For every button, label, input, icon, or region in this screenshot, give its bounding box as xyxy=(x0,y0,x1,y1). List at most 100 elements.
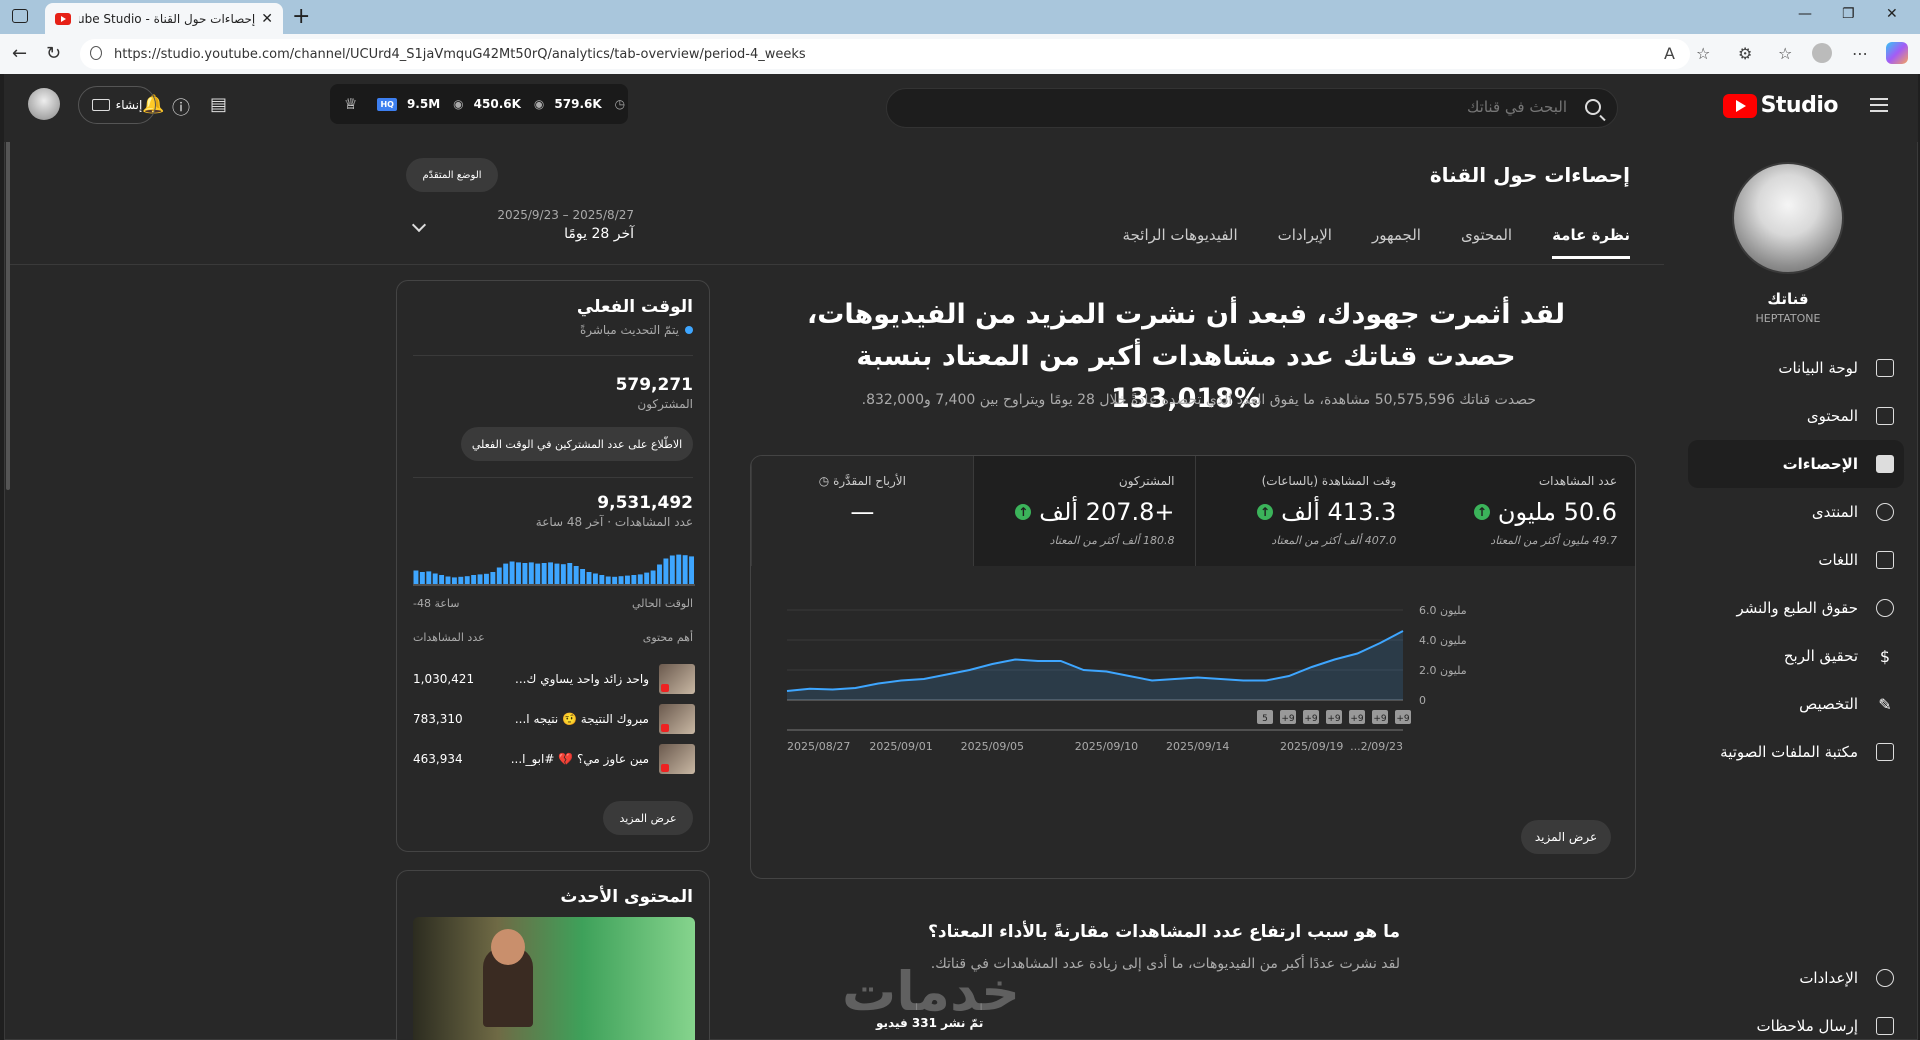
realtime-live-text: يتمّ التحديث مباشرةً xyxy=(579,323,679,337)
date-range-selector[interactable]: 2025/9/23 – 2025/8/27 آخر 28 يومًا xyxy=(470,208,634,242)
scrollbar[interactable] xyxy=(6,140,10,490)
realtime-card: الوقت الفعلي يتمّ التحديث مباشرةً 579,27… xyxy=(396,280,710,852)
tab-audience[interactable]: الجمهور xyxy=(1372,226,1421,259)
tab-trending[interactable]: الفيديوهات الرائجة xyxy=(1123,226,1238,259)
why-title: ما هو سبب ارتفاع عدد المشاهدات مقارنةً ب… xyxy=(928,922,1400,942)
analytics-icon xyxy=(1876,455,1894,473)
realtime-more-button[interactable]: عرض المزيد xyxy=(603,801,693,835)
sidebar-toggle-icon[interactable] xyxy=(12,9,28,23)
browser-tab[interactable]: إحصاءات حول القناة - YouTube Studio ✕ xyxy=(45,3,283,34)
y-tick-label: 4.0 مليون xyxy=(1419,634,1467,647)
realtime-bar xyxy=(650,570,656,584)
realtime-bar xyxy=(689,556,694,584)
y-tick-label: 0 xyxy=(1419,694,1426,707)
channel-stats-pill[interactable]: ♕ HQ 9.5M ◉ 450.6K ◉ 579.6K ◷ xyxy=(330,84,628,124)
sidebar-item-dashboard[interactable]: لوحة البيانات xyxy=(1688,344,1904,392)
realtime-subs-value: 579,271 xyxy=(615,375,693,395)
feedback-icon[interactable]: ▤ xyxy=(210,94,227,115)
studio-topbar: Studio ♕ HQ 9.5M◉ 450.6K◉ 579.6K◷ ▤ ⓘ 🔔 … xyxy=(4,74,1918,142)
list-item[interactable]: 1,030,421 واحد زائد واحد يساوي ك... xyxy=(413,663,695,695)
metric-views[interactable]: عدد المشاهدات 50.6 مليون ↑ 49.7 مليون أكث… xyxy=(1416,456,1635,566)
tab-content[interactable]: المحتوى xyxy=(1461,226,1512,259)
sidebar-item-copyright[interactable]: حقوق الطبع والنشر xyxy=(1688,584,1904,632)
sidebar-item-label: إرسال ملاحظات xyxy=(1756,1017,1858,1035)
metric-value: +207.8 ألف xyxy=(1039,498,1175,526)
copilot-icon[interactable] xyxy=(1886,42,1908,64)
see-more-button[interactable]: عرض المزيد xyxy=(1521,820,1611,854)
gear-icon xyxy=(1876,969,1894,987)
restore-icon[interactable]: ❐ xyxy=(1842,6,1855,22)
sidebar-item-settings[interactable]: الإعدادات xyxy=(1688,954,1904,1002)
date-range-label: آخر 28 يومًا xyxy=(564,226,634,242)
sidebar-item-label: تحقيق الربح xyxy=(1783,647,1858,665)
favorite-icon[interactable]: ☆ xyxy=(1696,44,1710,63)
sidebar-item-community[interactable]: المنتدى xyxy=(1688,488,1904,536)
sidebar-item-label: المنتدى xyxy=(1811,503,1858,521)
channel-avatar[interactable] xyxy=(1732,162,1844,274)
window-close-icon[interactable]: ✕ xyxy=(1886,6,1898,22)
read-aloud-icon[interactable]: A xyxy=(1664,44,1675,63)
tab-overview[interactable]: نظرة عامة xyxy=(1552,226,1630,259)
metric-revenue[interactable]: الأرباح المقدَّرة ◷ — xyxy=(751,456,973,566)
realtime-bar xyxy=(528,562,534,584)
collections-icon[interactable]: ☆ xyxy=(1778,44,1792,63)
minimize-icon[interactable]: — xyxy=(1798,6,1812,22)
sidebar-item-customization[interactable]: التخصيص ✎ xyxy=(1688,680,1904,728)
sidebar-item-analytics[interactable]: الإحصاءات xyxy=(1688,440,1904,488)
realtime-bar xyxy=(618,576,624,584)
realtime-bar xyxy=(432,573,438,584)
new-tab-icon[interactable]: + xyxy=(292,4,310,29)
studio-logo[interactable]: Studio xyxy=(1722,93,1839,118)
metric-value: — xyxy=(850,498,875,526)
sidebar-item-audio-library[interactable]: مكتبة الملفات الصوتية xyxy=(1688,728,1904,776)
youtube-favicon-icon xyxy=(55,12,71,25)
realtime-bar xyxy=(426,571,432,584)
back-icon[interactable]: ← xyxy=(12,43,27,64)
search-bar[interactable] xyxy=(886,88,1618,128)
search-icon[interactable] xyxy=(1585,99,1601,115)
menu-icon[interactable] xyxy=(1870,98,1888,116)
upload-marker-label: +9 xyxy=(1304,714,1318,724)
realtime-bar xyxy=(541,563,547,584)
extensions-icon[interactable]: ⚙ xyxy=(1738,44,1752,63)
tab-revenue[interactable]: الإيرادات xyxy=(1278,226,1332,259)
account-avatar[interactable] xyxy=(28,88,60,120)
live-dot-icon xyxy=(685,326,693,334)
sidebar-item-languages[interactable]: اللغات xyxy=(1688,536,1904,584)
analytics-tabs: نظرة عامة المحتوى الجمهور الإيرادات الفي… xyxy=(1123,226,1630,259)
realtime-bar xyxy=(548,562,553,584)
sidebar-item-content[interactable]: المحتوى xyxy=(1688,392,1904,440)
y-tick-label: 2.0 مليون xyxy=(1419,664,1467,677)
profile-icon[interactable] xyxy=(1812,43,1832,63)
metric-watch-time[interactable]: وقت المشاهدة (بالساعات) 413.3 ألف ↑ 407.0… xyxy=(1194,456,1417,566)
reload-icon[interactable]: ↻ xyxy=(46,43,61,64)
metric-subscribers[interactable]: المشتركون +207.8 ألف ↑ 180.8 ألف أكثر من … xyxy=(972,456,1195,566)
url-field[interactable]: https://studio.youtube.com/channel/UCUrd… xyxy=(80,39,1690,69)
more-icon[interactable]: ⋯ xyxy=(1852,44,1868,63)
overview-card: عدد المشاهدات 50.6 مليون ↑ 49.7 مليون أكث… xyxy=(750,455,1636,879)
realtime-bar xyxy=(676,554,682,584)
realtime-views-label: عدد المشاهدات · آخر 48 ساعة xyxy=(535,515,693,529)
close-tab-icon[interactable]: ✕ xyxy=(261,11,273,27)
stat-views: 9.5M xyxy=(406,97,441,111)
date-range-dates: 2025/9/23 – 2025/8/27 xyxy=(497,208,634,222)
advanced-mode-button[interactable]: الوضع المتقدّم xyxy=(406,158,498,192)
sidebar-item-feedback[interactable]: إرسال ملاحظات xyxy=(1688,1002,1904,1040)
sidebar-item-monetization[interactable]: تحقيق الربح $ xyxy=(1688,632,1904,680)
latest-video-thumbnail[interactable] xyxy=(413,917,695,1040)
x-tick-label: 2025/09/05 xyxy=(961,740,1024,753)
list-item[interactable]: 463,934 مين عاوز مي؟ 💔 #ابو_ا... xyxy=(413,743,695,775)
list-item[interactable]: 783,310 مبروك النتيجة 🤨 نتيجه ا... xyxy=(413,703,695,735)
realtime-bar xyxy=(631,575,637,584)
search-input[interactable] xyxy=(967,98,1567,116)
help-icon[interactable]: ⓘ xyxy=(172,94,190,120)
metric-note: 49.7 مليون أكثر من المعتاد xyxy=(1490,534,1617,547)
eye-icon: ◉ xyxy=(453,97,464,111)
watermark-text: خدمات xyxy=(842,960,1021,1023)
dashboard-icon xyxy=(1876,359,1894,377)
create-button[interactable]: إنشاء xyxy=(78,86,156,124)
monetization-icon: $ xyxy=(1879,647,1891,666)
realtime-subs-button[interactable]: الاطّلاع على عدد المشتركين في الوقت الفع… xyxy=(461,427,693,461)
sidebar-item-label: مكتبة الملفات الصوتية xyxy=(1720,743,1858,761)
site-info-icon[interactable] xyxy=(90,46,102,60)
